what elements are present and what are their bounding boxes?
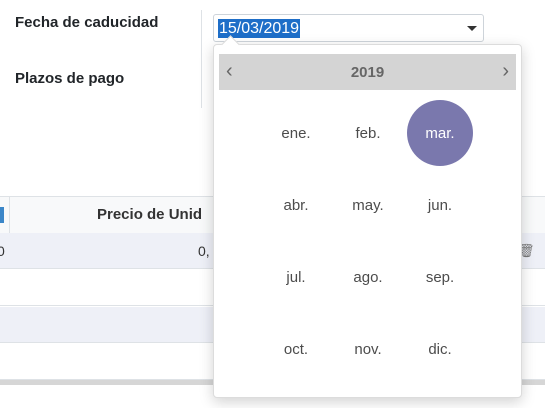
month-jun[interactable]: jun. (404, 169, 476, 241)
month-label: ago. (353, 268, 383, 286)
month-label: nov. (354, 340, 382, 358)
month-feb[interactable]: feb. (332, 97, 404, 169)
row-first-cell: 0 (0, 243, 5, 259)
month-apr[interactable]: abr. (260, 169, 332, 241)
month-mar[interactable]: mar. (404, 97, 476, 169)
month-oct[interactable]: oct. (260, 313, 332, 385)
month-aug[interactable]: ago. (332, 241, 404, 313)
unit-price-header[interactable]: Precio de Unid (97, 206, 212, 223)
month-label: feb. (355, 124, 381, 142)
month-jul[interactable]: jul. (260, 241, 332, 313)
month-label: jun. (427, 196, 453, 214)
chevron-down-icon[interactable] (467, 26, 477, 31)
month-label: sep. (425, 268, 455, 286)
month-label: jul. (286, 268, 306, 286)
month-picker-popup: ‹ 2019 › ene. feb. mar. abr. may. jun. j… (213, 35, 522, 398)
month-label: dic. (428, 340, 452, 358)
chevron-right-icon[interactable]: › (502, 60, 509, 82)
month-label: oct. (283, 340, 309, 358)
payment-terms-label: Plazos de pago (15, 70, 125, 87)
row-price-cell: 0, (198, 243, 210, 259)
months-grid: ene. feb. mar. abr. may. jun. jul. ago. … (260, 97, 476, 385)
month-jan[interactable]: ene. (260, 97, 332, 169)
month-label: abr. (283, 196, 309, 214)
month-dec[interactable]: dic. (404, 313, 476, 385)
expiration-date-label: Fecha de caducidad (15, 14, 159, 31)
month-nov[interactable]: nov. (332, 313, 404, 385)
month-may[interactable]: may. (332, 169, 404, 241)
month-label: ene. (281, 124, 311, 142)
year-switch[interactable]: 2019 (219, 64, 516, 81)
column-stub (0, 207, 4, 223)
month-sep[interactable]: sep. (404, 241, 476, 313)
header-separator (9, 197, 10, 233)
expiration-date-input[interactable]: 15/03/2019 (213, 14, 484, 42)
column-divider (201, 10, 202, 108)
month-label: may. (352, 196, 384, 214)
calendar-header: ‹ 2019 › (219, 54, 516, 90)
month-label: mar. (407, 100, 473, 166)
